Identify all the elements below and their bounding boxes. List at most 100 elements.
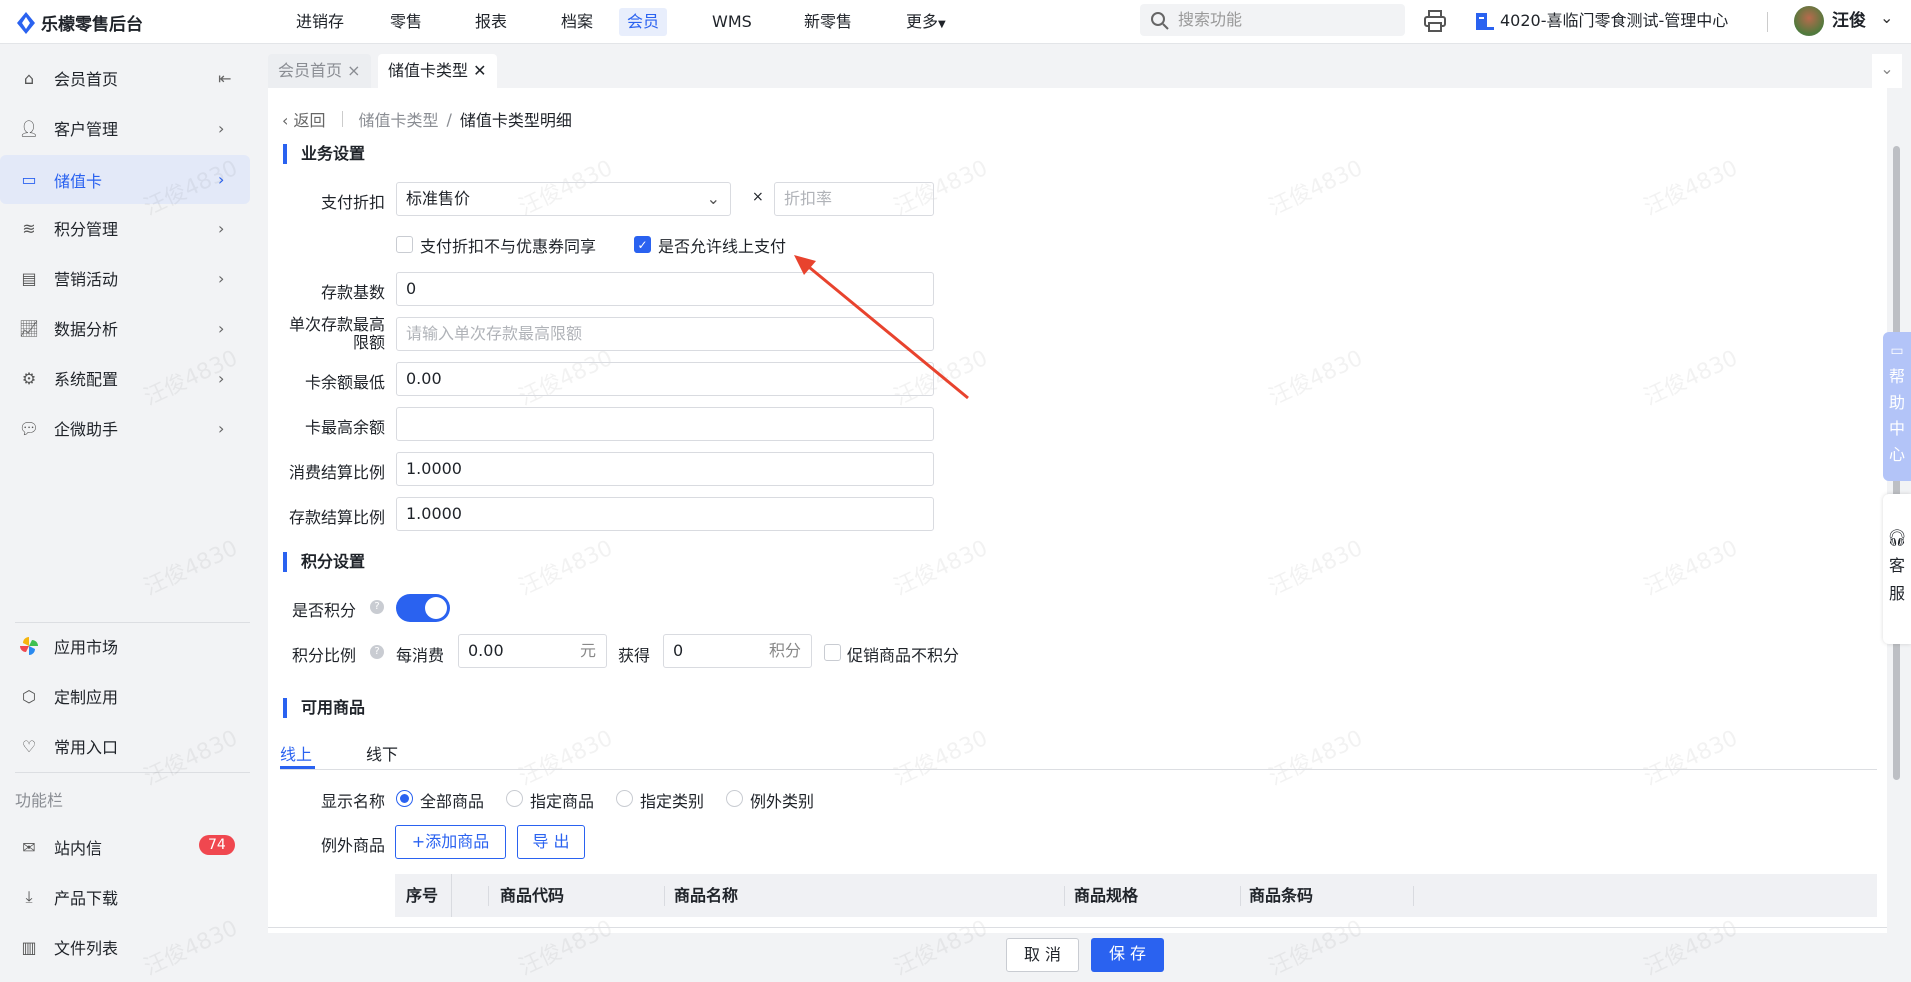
discount-rate-input[interactable]: 折扣率 <box>774 182 934 216</box>
col-divider <box>1064 886 1065 906</box>
breadcrumb-parent[interactable]: 储值卡类型 <box>359 107 439 131</box>
points-toggle[interactable] <box>396 594 450 622</box>
sidebar-item-label: 企微助手 <box>54 420 119 439</box>
sidebar-item-label: 定制应用 <box>54 688 119 707</box>
customer-service-button[interactable]: 🎧︎ 客服 <box>1883 494 1911 644</box>
app-logo[interactable]: 乐檬零售后台 <box>17 10 143 35</box>
avatar[interactable] <box>1794 6 1824 36</box>
user-name[interactable]: 汪俊 <box>1832 9 1866 33</box>
close-icon[interactable]: × <box>347 61 360 80</box>
nav-inventory[interactable]: 进销存 <box>288 8 352 36</box>
help-char: 心 <box>1888 445 1905 464</box>
single-max-label-line1: 单次存款最高 <box>288 315 385 334</box>
no-coupon-share-checkbox[interactable] <box>396 236 413 253</box>
deposit-base-label: 存款基数 <box>320 283 385 302</box>
collapse-sidebar-icon[interactable]: ⇤ <box>218 69 231 88</box>
single-max-label: 单次存款最高 限额 <box>255 316 385 352</box>
app-name: 乐檬零售后台 <box>41 15 143 35</box>
help-char: 帮 <box>1888 367 1905 386</box>
sidebar-item-wecom-assistant[interactable]: 💬︎ 企微助手 › <box>0 403 265 453</box>
allow-online-pay-checkbox[interactable]: ✓ <box>634 236 651 253</box>
sidebar-item-customers[interactable]: 👤︎ 客户管理 › <box>0 103 265 153</box>
back-link[interactable]: ‹ 返回 <box>282 107 326 131</box>
nav-reports[interactable]: 报表 <box>467 8 515 36</box>
search-input[interactable]: 搜索功能 <box>1140 4 1405 36</box>
caret-down-icon: ▼ <box>938 19 946 30</box>
nav-more[interactable]: 更多▼ <box>898 8 954 36</box>
radio-specified-goods-label: 指定商品 <box>530 792 595 811</box>
sidebar-item-app-market[interactable]: 应用市场 <box>0 621 265 671</box>
tab-stored-card-type[interactable]: 储值卡类型 ✕ <box>378 54 497 88</box>
add-goods-button[interactable]: +添加商品 <box>395 825 506 859</box>
single-max-label-line2: 限额 <box>352 333 385 352</box>
max-balance-input[interactable] <box>396 407 934 441</box>
nav-new-retail[interactable]: 新零售 <box>796 8 860 36</box>
points-amount-value: 0 <box>673 641 684 660</box>
table-divider <box>451 874 452 917</box>
radio-specified-category[interactable] <box>616 790 633 807</box>
help-center-button[interactable]: ▭ 帮助中心 <box>1883 332 1911 481</box>
close-icon[interactable]: ✕ <box>473 61 486 80</box>
save-button[interactable]: 保 存 <box>1091 938 1164 972</box>
sidebar-item-member-home[interactable]: ⌂ 会员首页 ⇤ <box>0 53 265 103</box>
sidebar-item-messages[interactable]: ✉ 站内信 74 <box>0 822 265 872</box>
single-max-placeholder: 请输入单次存款最高限额 <box>406 324 583 343</box>
pay-discount-select[interactable]: 标准售价 ⌄ <box>396 182 731 216</box>
radio-excluded-category[interactable] <box>726 790 743 807</box>
sidebar-item-custom-apps[interactable]: ⬡ 定制应用 <box>0 671 265 721</box>
col-divider <box>664 886 665 906</box>
discount-rate-placeholder: 折扣率 <box>784 189 833 208</box>
tab-label: 储值卡类型 <box>388 61 469 80</box>
section-points-settings: 积分设置 <box>283 552 365 572</box>
cancel-button[interactable]: 取 消 <box>1006 938 1079 972</box>
breadcrumb: ‹ 返回 储值卡类型 / 储值卡类型明细 <box>282 107 572 131</box>
app-market-icon <box>18 635 40 657</box>
footer-divider <box>268 927 1887 928</box>
exception-goods-label: 例外商品 <box>320 836 385 855</box>
tab-online[interactable]: 线上 <box>280 741 312 765</box>
points-amount-input[interactable]: 0 积分 <box>663 634 812 668</box>
tab-offline[interactable]: 线下 <box>366 741 398 765</box>
radio-specified-category-label: 指定类别 <box>640 792 705 811</box>
headset-icon: 🎧︎ <box>1886 528 1908 547</box>
user-icon: 👤︎ <box>18 118 40 138</box>
nav-archive[interactable]: 档案 <box>553 8 601 36</box>
sidebar-item-points[interactable]: ≋ 积分管理 › <box>0 203 265 253</box>
nav-more-label: 更多 <box>906 12 939 31</box>
nav-wms[interactable]: WMS <box>704 8 760 36</box>
chevron-right-icon: › <box>218 118 225 138</box>
toggle-knob <box>425 597 447 619</box>
consume-ratio-input[interactable]: 1.0000 <box>396 452 934 486</box>
radio-specified-goods[interactable] <box>506 790 523 807</box>
deposit-ratio-input[interactable]: 1.0000 <box>396 497 934 531</box>
header-divider <box>1767 12 1768 32</box>
nav-member[interactable]: 会员 <box>619 8 668 36</box>
promo-no-points-checkbox[interactable] <box>824 644 841 661</box>
col-goods-spec: 商品规格 <box>1074 886 1139 905</box>
chevron-down-icon[interactable]: ⌄ <box>1880 8 1893 27</box>
org-selector[interactable]: 4020-喜临门零食测试-管理中心 <box>1500 9 1728 33</box>
consume-ratio-label: 消费结算比例 <box>288 463 385 482</box>
sidebar-item-label: 文件列表 <box>54 939 119 958</box>
promo-no-points-label: 促销商品不积分 <box>847 646 960 665</box>
annotation-arrow <box>794 255 969 400</box>
back-label: 返回 <box>293 111 326 130</box>
export-button[interactable]: 导 出 <box>517 825 585 859</box>
radio-all-goods[interactable] <box>396 790 413 807</box>
col-divider <box>1240 886 1241 906</box>
col-goods-barcode: 商品条码 <box>1249 886 1314 905</box>
help-icon[interactable]: ? <box>370 645 384 659</box>
help-icon[interactable]: ? <box>370 600 384 614</box>
service-char: 服 <box>1888 584 1905 603</box>
mail-icon: ✉ <box>22 837 36 857</box>
spend-amount-input[interactable]: 0.00 元 <box>458 634 607 668</box>
line-chart-icon: 📈︎ <box>18 318 40 338</box>
tab-member-home[interactable]: 会员首页 × <box>268 54 371 88</box>
sidebar-item-marketing[interactable]: ▤ 营销活动 › <box>0 253 265 303</box>
printer-icon[interactable] <box>1423 9 1447 33</box>
message-icon: ▭ <box>1890 343 1904 359</box>
nav-retail[interactable]: 零售 <box>382 8 430 36</box>
sidebar-item-label: 会员首页 <box>54 70 119 89</box>
service-char: 客 <box>1888 556 1905 575</box>
tabs-dropdown-icon[interactable]: ⌄ <box>1872 54 1902 88</box>
